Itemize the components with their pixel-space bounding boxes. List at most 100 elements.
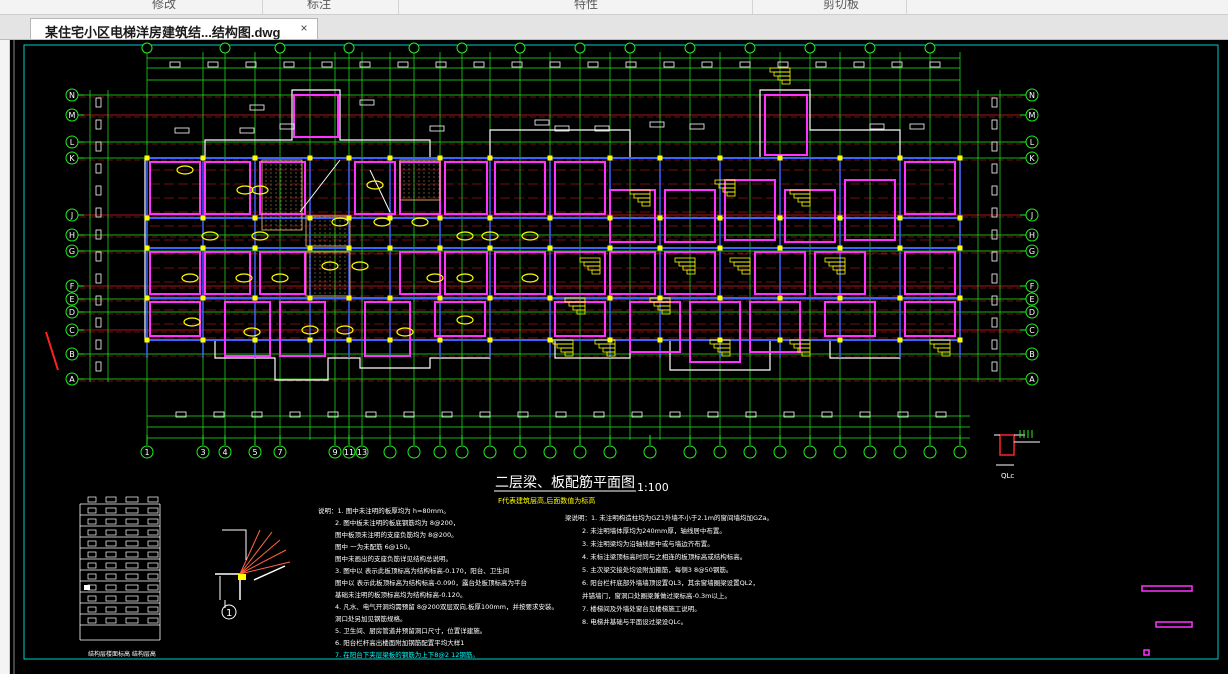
column-marker <box>437 245 443 251</box>
axis-bubble-right-label: F <box>1030 282 1035 291</box>
ribbon-group-properties[interactable]: 特性 <box>574 0 598 11</box>
document-tab[interactable]: 某住宅小区电梯洋房建筑结...结构图.dwg × <box>30 18 318 41</box>
ribbon-separator <box>262 0 263 14</box>
column-marker <box>837 155 843 161</box>
column-marker <box>777 295 783 301</box>
column-marker <box>200 215 206 221</box>
note-right-line: 3. 未注明梁均为沿轴线居中或与墙边齐布置。 <box>582 539 714 548</box>
column-marker <box>897 215 903 221</box>
axis-bubble-bottom-label: 3 <box>200 448 205 457</box>
column-marker <box>547 295 553 301</box>
column-marker <box>717 337 723 343</box>
axis-bubble-bottom <box>683 445 697 459</box>
axis-bubble-bottom <box>383 445 397 459</box>
column-marker <box>657 155 663 161</box>
note-left-line: 图中板顶未注明的支座负筋均为 8@200。 <box>335 530 458 539</box>
axis-bubble-top <box>456 42 468 54</box>
column-marker <box>307 155 313 161</box>
ribbon-group-clipboard[interactable]: 剪切板 <box>823 0 859 11</box>
column-marker <box>144 245 150 251</box>
column-marker <box>437 215 443 221</box>
axis-bubble-right-label: K <box>1029 154 1035 163</box>
detail-marker-number: 1 <box>226 608 232 619</box>
column-marker <box>607 337 613 343</box>
axis-bubble-bottom <box>923 445 937 459</box>
drawing-viewport[interactable]: N N M M L L K K J J H H G G F F E E D D C C B B A A 1 3 4 5 7 9 11 13 二层梁… <box>10 40 1228 674</box>
note-left-line: 6. 阳台栏杆高出楼面附加钢筋配置平均大样1 <box>335 638 464 647</box>
axis-bubble-bottom <box>713 445 727 459</box>
column-marker <box>777 337 783 343</box>
column-marker <box>717 155 723 161</box>
note-right-line: 8. 电梯井基础与平面设过梁设QLc。 <box>582 617 687 626</box>
column-marker <box>547 337 553 343</box>
axis-bubble-left-label: H <box>69 231 75 240</box>
column-marker <box>607 215 613 221</box>
cad-drawing-canvas[interactable]: N NM ML LK KJ JH HG GF FE ED DC CB BA A1 3 4 5 7 9 11 13 二层梁… <box>10 40 1228 674</box>
axis-bubble-left-label: E <box>69 295 74 304</box>
axis-bubble-top <box>684 42 696 54</box>
document-tab-title[interactable]: 某住宅小区电梯洋房建筑结...结构图.dwg <box>45 22 280 41</box>
column-marker <box>657 245 663 251</box>
note-right-line: 5. 主次梁交接处均设附加箍筋，每侧3 8@50钢筋。 <box>582 565 732 574</box>
axis-bubble-top <box>219 42 231 54</box>
axis-bubble-left-label: N <box>69 91 75 100</box>
axis-bubble-bottom <box>803 445 817 459</box>
note-right-line: 2. 未注明墙体厚均为240mm厚，轴线居中布置。 <box>582 526 726 535</box>
close-icon[interactable]: × <box>297 21 311 35</box>
column-marker <box>387 155 393 161</box>
note-right-line: 4. 未标注梁顶标高时同与之相连的板顶标高或结构标高。 <box>582 552 746 561</box>
axis-bubble-bottom <box>833 445 847 459</box>
axis-bubble-bottom <box>543 445 557 459</box>
column-marker <box>387 245 393 251</box>
column-marker <box>957 155 963 161</box>
axis-bubble-top <box>864 42 876 54</box>
column-marker <box>717 295 723 301</box>
axis-bubble-top <box>408 42 420 54</box>
axis-bubble-top <box>624 42 636 54</box>
note-left-line: 4. 凡水、电气开洞均需预留 8@200双层双向,板厚100mm，并按要求安装。 <box>335 602 558 611</box>
column-marker <box>487 337 493 343</box>
column-marker <box>487 215 493 221</box>
axis-bubble-left-label: A <box>69 375 75 384</box>
axis-bubble-right-label: B <box>1029 350 1035 359</box>
column-detail-label: QLc <box>1001 472 1014 480</box>
column-marker <box>487 155 493 161</box>
column-marker <box>897 155 903 161</box>
axis-bubble-top <box>924 42 936 54</box>
column-marker <box>200 245 206 251</box>
note-left-line: 3. 图中以 表示此板顶标高为结构标高-0.170，阳台、卫生间 <box>335 566 509 575</box>
column-marker <box>777 155 783 161</box>
axis-bubble-top <box>804 42 816 54</box>
column-marker <box>657 337 663 343</box>
axis-bubble-bottom <box>643 445 657 459</box>
ribbon-group-dimension[interactable]: 标注 <box>307 0 331 11</box>
note-left-line: 7. 在阳台下夹层梁板的钢筋为上下8@2 12钢筋。 <box>335 650 479 659</box>
column-marker <box>144 337 150 343</box>
ribbon-bar: 修改 标注 特性 剪切板 <box>0 0 1228 15</box>
axis-bubble-top <box>343 42 355 54</box>
axis-bubble-bottom-label: 7 <box>277 448 282 457</box>
note-right-line: 梁说明：1. 未注明构造柱均为GZ1外墙不小于2.1m的窗间墙均加GZa。 <box>565 513 773 522</box>
note-right-line: 6. 阳台栏杆底部外墙墙顶设置QL3，其余窗墙圈梁设置QL2， <box>582 578 759 587</box>
column-marker <box>837 337 843 343</box>
note-left-line: 2. 图中板未注明的板底钢筋均为 8@200， <box>335 518 459 527</box>
column-marker <box>346 337 352 343</box>
detail-hatch <box>238 574 246 580</box>
column-marker <box>252 215 258 221</box>
axis-bubble-bottom-label: 9 <box>332 448 337 457</box>
axis-bubble-bottom <box>863 445 877 459</box>
axis-bubble-bottom <box>573 445 587 459</box>
ribbon-group-modify[interactable]: 修改 <box>152 0 176 11</box>
axis-bubble-right-label: G <box>1029 247 1035 256</box>
column-marker <box>252 337 258 343</box>
column-marker <box>387 215 393 221</box>
note-left-line: 5. 卫生间、厨房管道井预留洞口尺寸，位置详建施。 <box>335 626 486 635</box>
axis-bubble-bottom <box>513 445 527 459</box>
column-marker <box>547 215 553 221</box>
axis-bubble-bottom-label: 13 <box>357 448 367 457</box>
axis-bubble-right-label: C <box>1029 326 1035 335</box>
column-marker <box>897 295 903 301</box>
axis-bubble-left-label: M <box>69 111 76 120</box>
column-marker <box>346 295 352 301</box>
axis-bubble-right-label: D <box>1029 308 1035 317</box>
